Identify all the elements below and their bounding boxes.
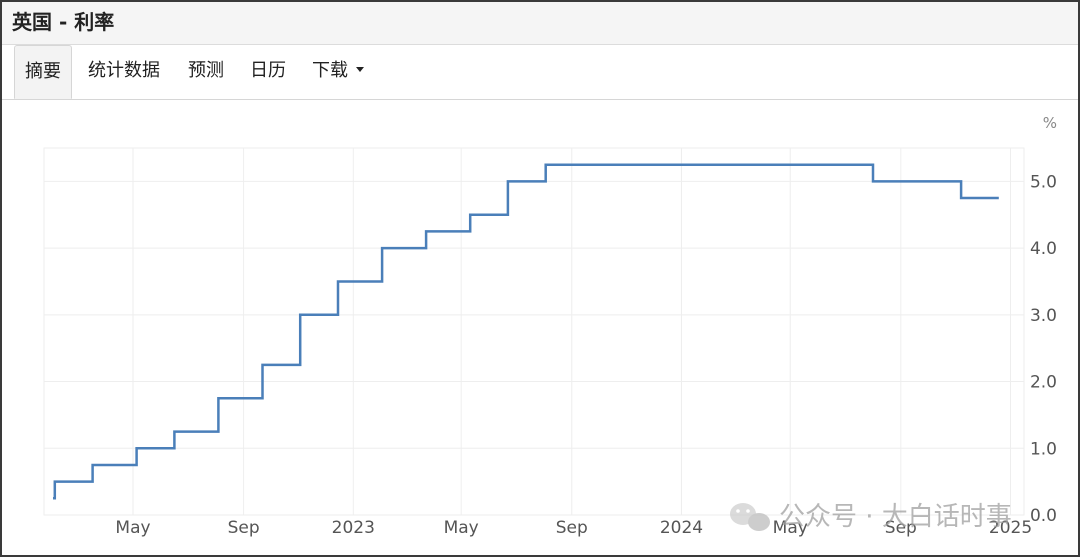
y-tick-label: 5.0 [1030, 172, 1057, 192]
chevron-down-icon [356, 67, 364, 72]
tab-bar: 摘要 统计数据 预测 日历 下载 [2, 45, 1078, 100]
chart-window: 英国 - 利率 摘要 统计数据 预测 日历 下载 0.0 1.0 2.0 3.0 4.0… [0, 0, 1080, 557]
tab-summary[interactable]: 摘要 [14, 45, 72, 99]
tab-calendar[interactable]: 日历 [250, 45, 286, 99]
wechat-icon [730, 503, 770, 531]
x-tick-label: Sep [228, 518, 260, 538]
x-tick-label: Sep [556, 518, 588, 538]
y-tick-label: 0.0 [1030, 506, 1057, 526]
tab-statistics[interactable]: 统计数据 [88, 45, 160, 99]
y-tick-label: 2.0 [1030, 373, 1057, 393]
tab-summary-label: 摘要 [25, 61, 61, 82]
chart-area: 0.0 1.0 2.0 3.0 4.0 5.0 May Sep 2023 May Sep 2024 Ma… [2, 100, 1078, 555]
y-tick-label: 4.0 [1030, 239, 1057, 259]
unit-label: % [1043, 114, 1057, 132]
x-tick-label: 2024 [660, 518, 703, 538]
y-tick-label: 1.0 [1030, 439, 1057, 459]
y-tick-label: 3.0 [1030, 306, 1057, 326]
x-tick-label: May [444, 518, 479, 538]
tab-download[interactable]: 下载 [312, 45, 364, 99]
tab-forecast[interactable]: 预测 [188, 45, 224, 99]
x-tick-label: 2023 [332, 518, 375, 538]
page-title: 英国 - 利率 [12, 10, 115, 34]
interest-rate-chart: 0.01.02.03.04.05.0May Sep 2023 May Sep 2024 Ma… [43, 114, 1057, 538]
tab-calendar-label: 日历 [250, 60, 286, 81]
tab-download-label: 下载 [312, 60, 348, 81]
x-tick-label: May [115, 518, 150, 538]
plot-frame [43, 147, 1025, 516]
tab-forecast-label: 预测 [188, 60, 224, 81]
watermark-text: 公众号 · 大白话时事 [779, 502, 1012, 532]
tab-statistics-label: 统计数据 [88, 60, 160, 81]
title-bar: 英国 - 利率 [2, 2, 1078, 45]
